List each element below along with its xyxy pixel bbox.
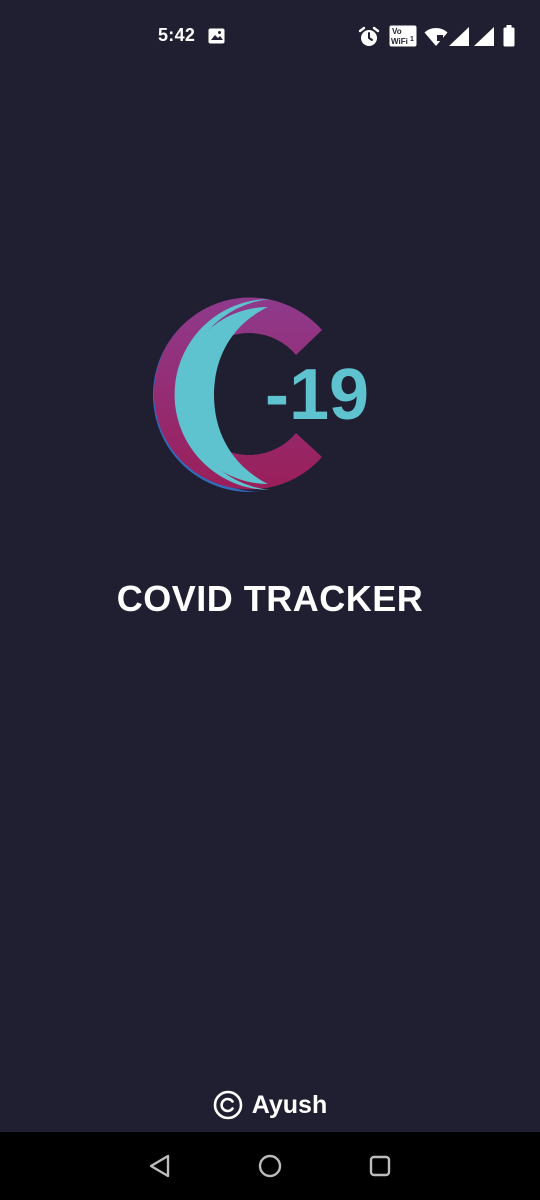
copyright-icon [213, 1090, 243, 1120]
recents-icon[interactable] [366, 1152, 394, 1180]
wifi-icon [424, 28, 448, 46]
splash-screen: 5:42 Vo WiFi 1 -19 COVID TRACKER Ayush [0, 0, 540, 1200]
credit-name: Ayush [251, 1090, 328, 1119]
status-bar: 5:42 Vo WiFi 1 [0, 0, 540, 72]
image-icon [208, 28, 225, 44]
logo-text: -19 [265, 355, 369, 435]
app-title: COVID TRACKER [116, 578, 424, 619]
developer-credit: Ayush [0, 1090, 540, 1120]
svg-text:Vo: Vo [392, 27, 402, 36]
svg-text:WiFi: WiFi [391, 37, 408, 46]
back-icon[interactable] [146, 1152, 174, 1180]
signal-icon-2 [474, 27, 494, 46]
app-logo: -19 [153, 297, 369, 492]
home-icon[interactable] [256, 1152, 284, 1180]
alarm-icon [358, 26, 380, 46]
navigation-bar [0, 1132, 540, 1200]
status-time: 5:42 [158, 25, 196, 45]
vowifi-icon: Vo WiFi 1 [389, 25, 417, 47]
svg-text:1: 1 [410, 36, 414, 43]
signal-icon [449, 27, 469, 46]
battery-icon [503, 25, 515, 47]
